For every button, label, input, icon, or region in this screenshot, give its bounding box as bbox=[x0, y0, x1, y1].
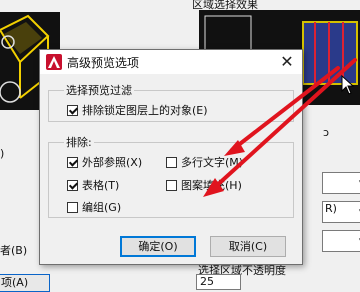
exclude-mtext-label: 多行文字(M) bbox=[181, 156, 244, 169]
opacity-spinner[interactable]: 25 bbox=[196, 274, 241, 290]
filter-group-label: 选择预览过滤 bbox=[64, 82, 134, 98]
exclude-group-item-label: 编组(G) bbox=[82, 201, 122, 214]
close-icon[interactable]: ✕ bbox=[276, 51, 298, 73]
ok-button[interactable]: 确定(O) bbox=[120, 236, 196, 257]
exclude-hatch-checkbox[interactable]: 图案填充(H) bbox=[166, 177, 242, 193]
exclude-hatch-label: 图案填充(H) bbox=[181, 179, 242, 192]
right-combo-2[interactable]: R) ▼ bbox=[322, 201, 360, 223]
exclude-table-label: 表格(T) bbox=[82, 179, 120, 192]
left-label-1: ) bbox=[0, 147, 5, 160]
exclude-group-checkbox[interactable]: 编组(G) bbox=[67, 199, 121, 215]
checkbox-box[interactable] bbox=[166, 156, 177, 168]
right-label-top: ɔ bbox=[323, 126, 330, 139]
dialog-title: 高级预览选项 bbox=[67, 56, 140, 70]
left-button[interactable]: 项(A) bbox=[0, 274, 50, 292]
exclude-group-label: 排除: bbox=[64, 134, 94, 150]
checkbox-box[interactable] bbox=[67, 156, 78, 168]
exclude-locked-layers-label: 排除锁定图层上的对象(E) bbox=[82, 104, 208, 117]
exclude-table-checkbox[interactable]: 表格(T) bbox=[67, 177, 119, 193]
exclude-xref-checkbox[interactable]: 外部参照(X) bbox=[67, 154, 142, 170]
right-combo-2-value: R) bbox=[325, 202, 337, 215]
cancel-button[interactable]: 取消(C) bbox=[210, 236, 286, 257]
mouse-cursor-icon bbox=[341, 75, 355, 95]
exclude-xref-label: 外部参照(X) bbox=[82, 156, 143, 169]
dialog-titlebar[interactable]: 高级预览选项 ✕ bbox=[40, 50, 302, 74]
right-combo-1[interactable]: ▼ bbox=[322, 172, 360, 194]
advanced-preview-options-dialog: 高级预览选项 ✕ 选择预览过滤 排除锁定图层上的对象(E) 排除: 外部参照(X… bbox=[39, 49, 303, 265]
exclude-mtext-checkbox[interactable]: 多行文字(M) bbox=[166, 154, 243, 170]
autocad-logo-icon bbox=[46, 54, 62, 70]
left-label-2: 者(B) bbox=[0, 244, 28, 257]
exclude-locked-layers-checkbox[interactable]: 排除锁定图层上的对象(E) bbox=[67, 102, 208, 118]
checkbox-box[interactable] bbox=[67, 201, 78, 213]
checkbox-box[interactable] bbox=[67, 104, 78, 116]
checkbox-box[interactable] bbox=[166, 179, 177, 191]
checkbox-box[interactable] bbox=[67, 179, 78, 191]
right-combo-3[interactable]: ▼ bbox=[322, 230, 360, 252]
